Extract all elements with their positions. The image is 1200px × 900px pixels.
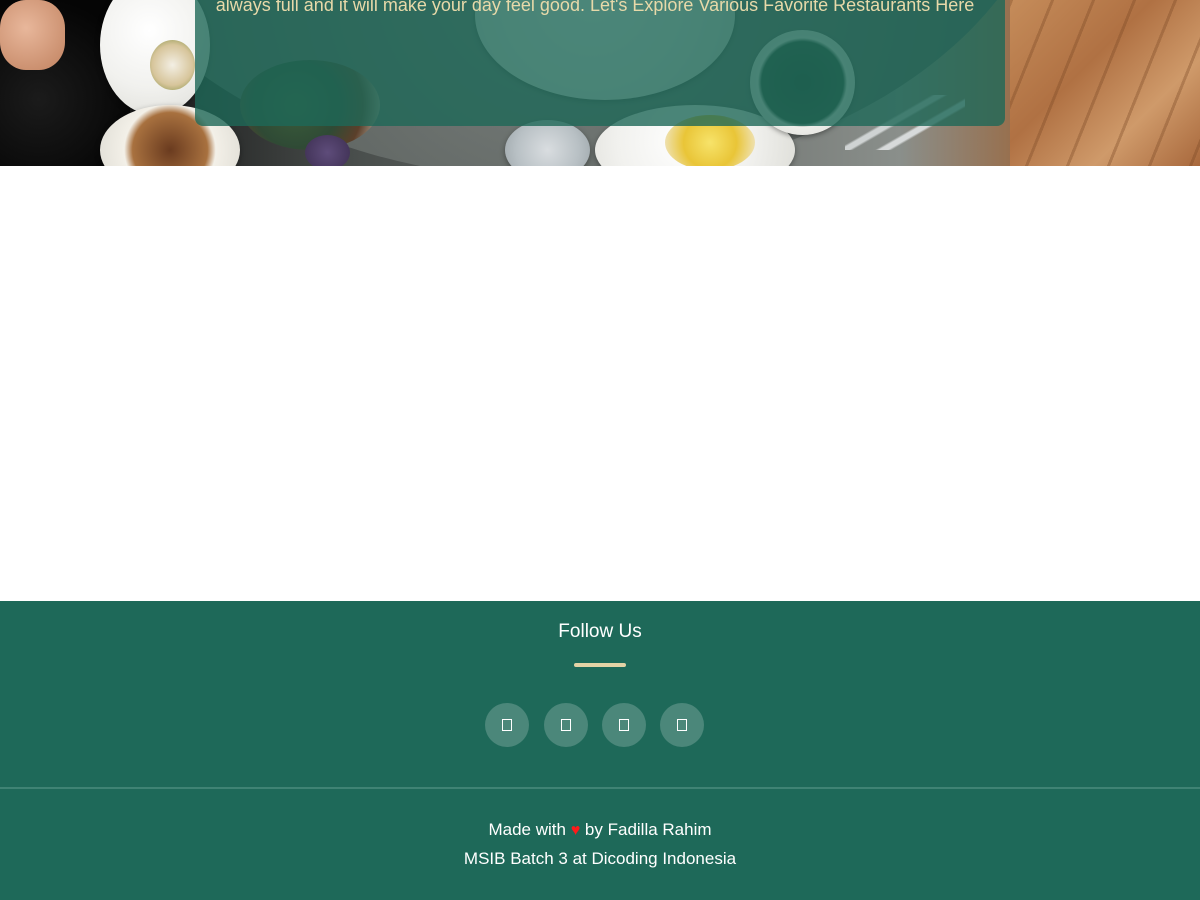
credit-author: by Fadilla Rahim bbox=[584, 820, 712, 839]
hero-tagline: always full and it will make your day fe… bbox=[215, 0, 975, 15]
credit-line: Made with ♥ by Fadilla Rahim bbox=[0, 820, 1200, 840]
hero-caption-box: always full and it will make your day fe… bbox=[195, 0, 1005, 126]
heart-icon: ♥ bbox=[570, 822, 581, 839]
hero-image-wood bbox=[1010, 0, 1200, 166]
credit-program: MSIB Batch 3 at Dicoding Indonesia bbox=[463, 849, 737, 868]
hero-image-food bbox=[150, 40, 195, 90]
twitter-link[interactable] bbox=[602, 703, 646, 747]
main-content bbox=[0, 166, 1200, 601]
footer-divider bbox=[0, 787, 1200, 789]
social-links bbox=[485, 703, 715, 749]
github-link[interactable] bbox=[660, 703, 704, 747]
instagram-icon bbox=[561, 719, 571, 731]
follow-us-title: Follow Us bbox=[558, 621, 642, 642]
follow-us-underline bbox=[574, 663, 626, 667]
facebook-icon bbox=[502, 719, 512, 731]
footer: Follow Us Made with ♥ by Fadilla Rahim M… bbox=[0, 601, 1200, 900]
credit-prefix: Made with bbox=[488, 820, 566, 839]
hero-image-olives bbox=[305, 135, 350, 166]
facebook-link[interactable] bbox=[485, 703, 529, 747]
github-icon bbox=[677, 719, 687, 731]
hero-banner: always full and it will make your day fe… bbox=[0, 0, 1200, 166]
twitter-icon bbox=[619, 719, 629, 731]
instagram-link[interactable] bbox=[544, 703, 588, 747]
hero-image-hand bbox=[0, 0, 65, 70]
